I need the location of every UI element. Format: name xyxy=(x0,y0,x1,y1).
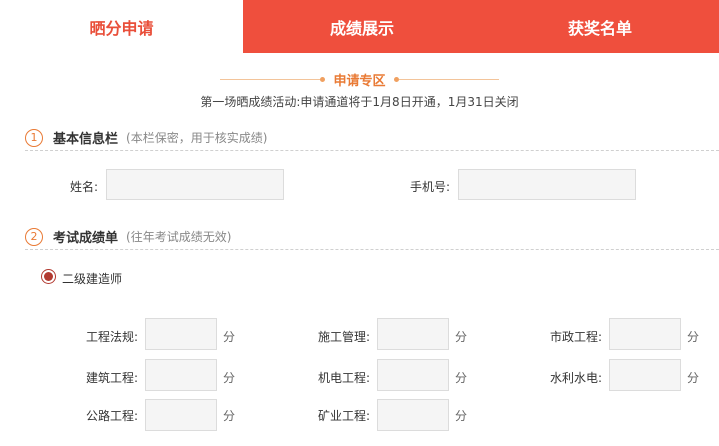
tab-apply[interactable]: 晒分申请 xyxy=(0,0,243,53)
phone-label: 手机号: xyxy=(409,180,450,194)
subject-label: 公路工程: xyxy=(85,409,138,423)
exam-score-header: 2 考试成绩单 (往年考试成绩无效) xyxy=(25,224,719,250)
subject-label: 市政工程: xyxy=(549,330,602,344)
score-input-hydraulic[interactable] xyxy=(609,359,681,391)
unit-label: 分 xyxy=(223,371,236,385)
score-input-building[interactable] xyxy=(145,359,217,391)
unit-label: 分 xyxy=(455,409,468,423)
score-input-electromechanical[interactable] xyxy=(377,359,449,391)
subject-label: 施工管理: xyxy=(317,330,370,344)
name-label: 姓名: xyxy=(69,180,98,194)
unit-label: 分 xyxy=(455,371,468,385)
dot-left xyxy=(320,76,326,82)
circled-number-icon: 2 xyxy=(25,227,43,246)
unit-label: 分 xyxy=(223,409,236,423)
score-input-mining[interactable] xyxy=(377,399,449,431)
section-note: (往年考试成绩无效) xyxy=(126,230,232,244)
subject-label: 矿业工程: xyxy=(317,409,370,423)
section-note: (本栏保密，用于核实成绩) xyxy=(126,131,268,145)
name-input[interactable] xyxy=(106,169,284,200)
score-input-law[interactable] xyxy=(145,318,217,350)
exam-type-radio[interactable] xyxy=(41,269,56,284)
tab-winner-list[interactable]: 获奖名单 xyxy=(481,0,719,53)
unit-label: 分 xyxy=(223,330,236,344)
zone-title: 申请专区 xyxy=(0,70,719,89)
score-input-management[interactable] xyxy=(377,318,449,350)
tab-bar: 晒分申请 成绩展示 获奖名单 xyxy=(0,0,719,53)
section-title: 基本信息栏 xyxy=(53,132,119,147)
section-title: 考试成绩单 xyxy=(53,231,119,246)
exam-type-label[interactable]: 二级建造师 xyxy=(62,270,122,287)
subject-label: 建筑工程: xyxy=(85,371,138,385)
zone-title-text: 申请专区 xyxy=(333,73,386,89)
tab-score-display[interactable]: 成绩展示 xyxy=(243,0,481,53)
radio-selected-dot xyxy=(44,272,53,281)
circled-number-icon: 1 xyxy=(25,128,43,147)
unit-label: 分 xyxy=(687,330,700,344)
divider-right xyxy=(398,78,499,80)
subject-label: 工程法规: xyxy=(85,330,138,344)
score-input-highway[interactable] xyxy=(145,399,217,431)
unit-label: 分 xyxy=(687,371,700,385)
activity-notice: 第一场晒成绩活动:申请通道将于1月8日开通，1月31日关闭 xyxy=(200,95,519,109)
basic-info-header: 1 基本信息栏 (本栏保密，用于核实成绩) xyxy=(25,125,719,151)
phone-input[interactable] xyxy=(458,169,636,200)
divider-left xyxy=(220,78,321,80)
subject-label: 机电工程: xyxy=(317,371,370,385)
unit-label: 分 xyxy=(455,330,468,344)
score-input-municipal[interactable] xyxy=(609,318,681,350)
subject-label: 水利水电: xyxy=(549,371,602,385)
